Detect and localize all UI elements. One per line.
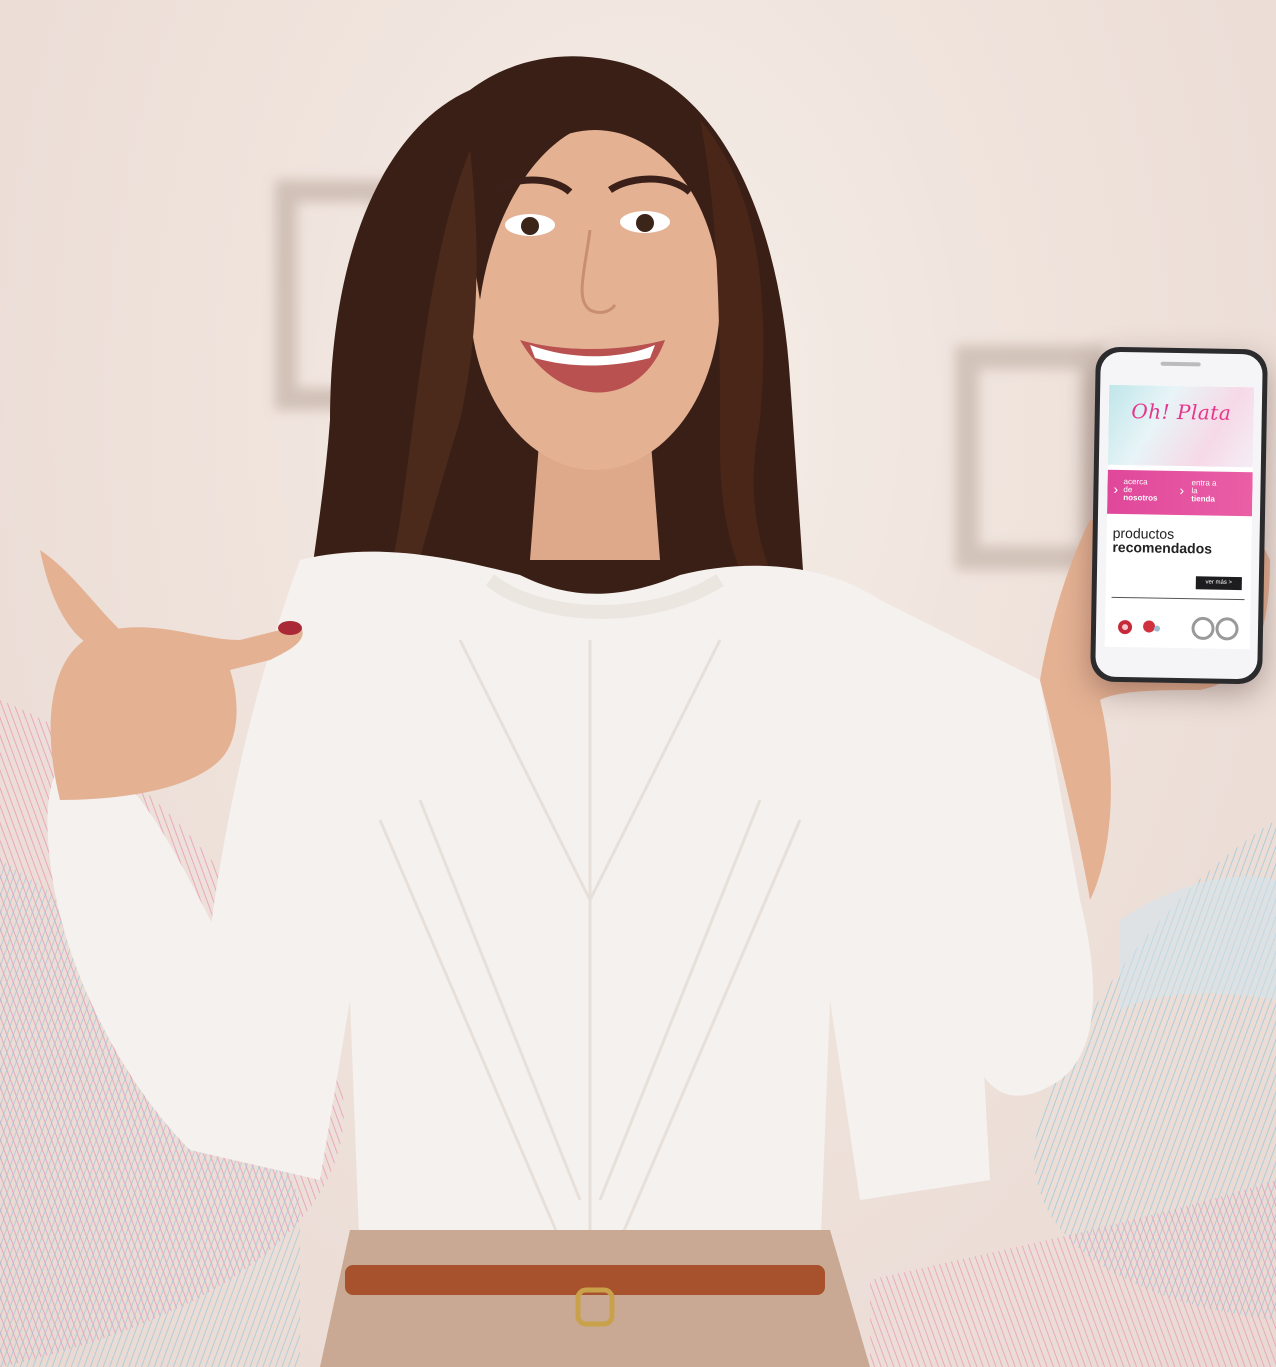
left-thumb <box>40 550 120 650</box>
woman-illustration <box>40 56 1270 1367</box>
left-iris <box>521 217 539 235</box>
nav-about-line3: nosotros <box>1123 493 1158 503</box>
recommended-products-row <box>1118 616 1239 641</box>
chevron-right-icon: › <box>1179 482 1185 499</box>
plaid-trousers <box>320 1230 870 1367</box>
site-logo[interactable]: Oh! Plata <box>1117 399 1246 425</box>
silver-hoop-earring-product[interactable] <box>1191 616 1239 641</box>
nav-store-line3: tienda <box>1191 494 1215 504</box>
section-title-bold: recomendados <box>1112 538 1213 557</box>
photo-scene: Oh! Plata › acerca de nosotros › entra a… <box>0 0 1276 1367</box>
site-hero: Oh! Plata <box>1107 384 1255 468</box>
see-more-button[interactable]: ver más > <box>1195 576 1242 591</box>
site-logo-tagline <box>1109 427 1254 430</box>
right-iris <box>636 214 654 232</box>
chevron-right-icon: › <box>1113 480 1119 497</box>
site-nav-band: › acerca de nosotros › entra a la tienda <box>1107 469 1253 517</box>
red-earring-product[interactable] <box>1118 620 1161 635</box>
nav-enter-store[interactable]: entra a la tienda <box>1191 478 1216 504</box>
phone-body: Oh! Plata › acerca de nosotros › entra a… <box>1095 351 1263 680</box>
phone-screen: Oh! Plata › acerca de nosotros › entra a… <box>1104 384 1255 650</box>
phone-speaker <box>1160 361 1201 367</box>
smartphone: Oh! Plata › acerca de nosotros › entra a… <box>1090 346 1268 685</box>
nail-polish <box>278 621 302 635</box>
section-divider <box>1111 596 1245 601</box>
nav-about-us[interactable]: acerca de nosotros <box>1123 477 1158 503</box>
